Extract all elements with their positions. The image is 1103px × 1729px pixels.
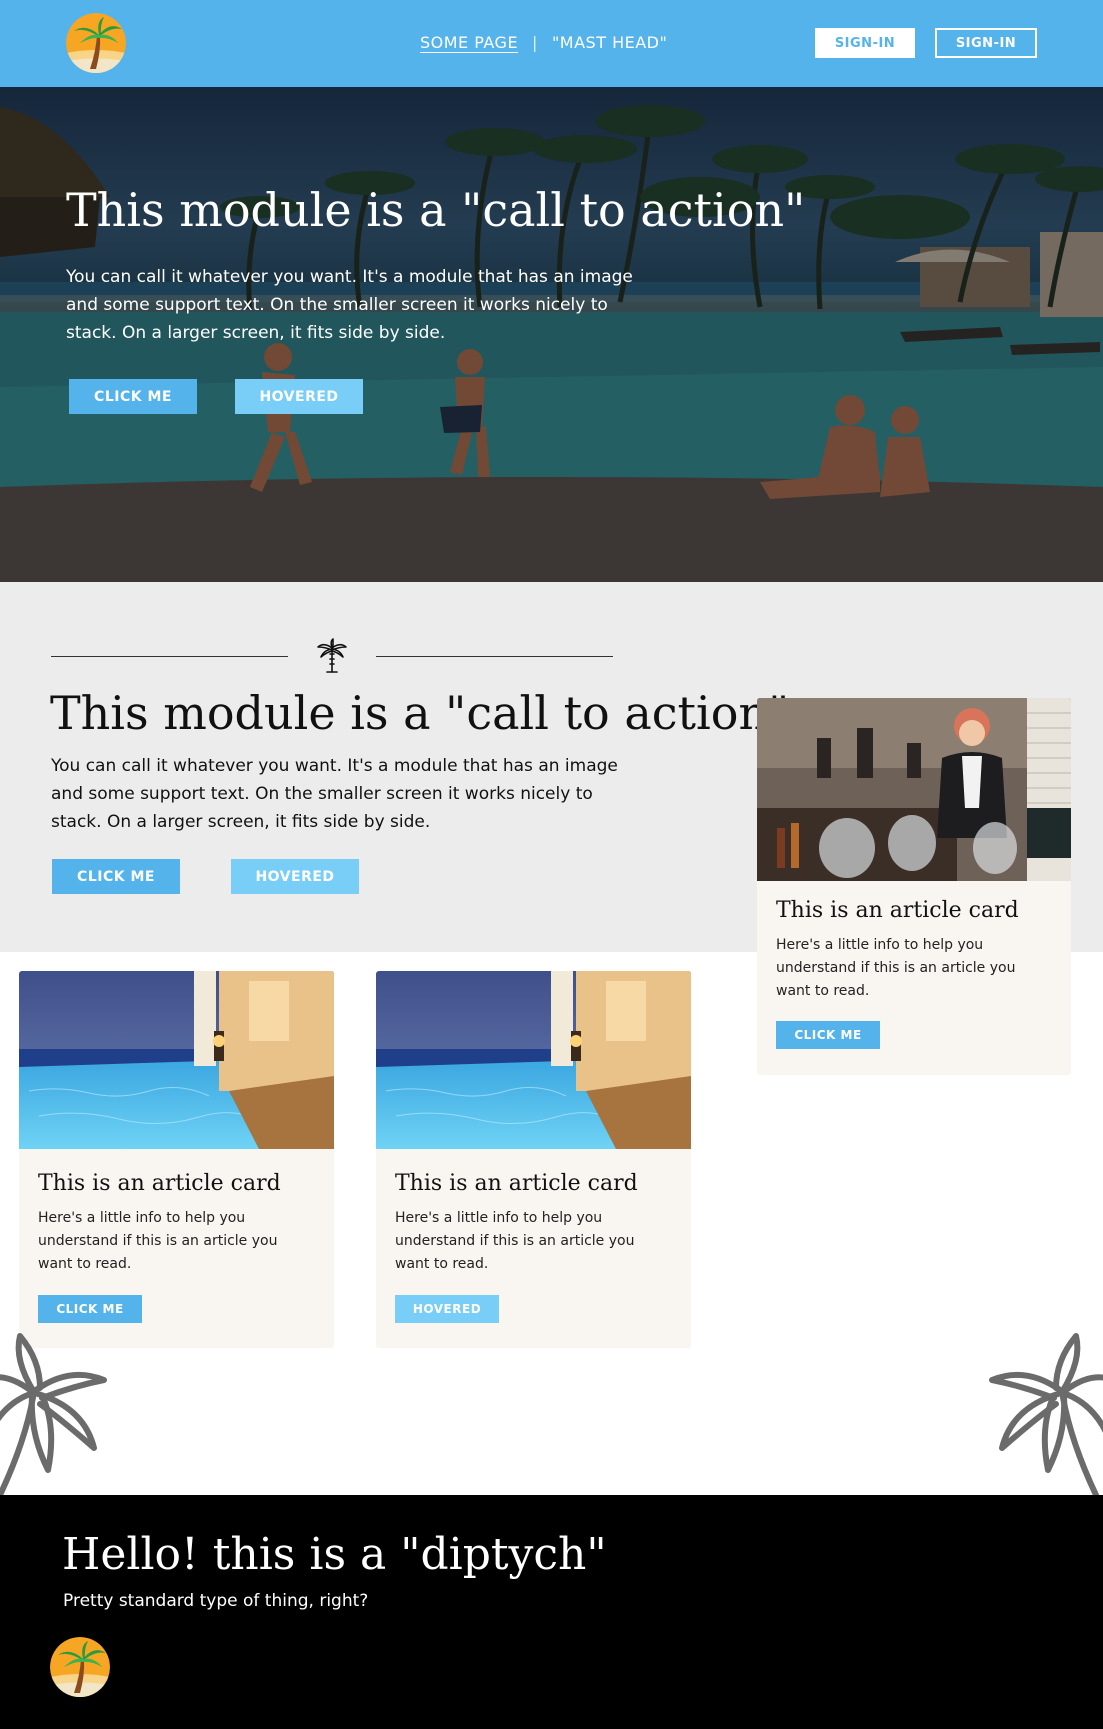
cta-hovered-button[interactable]: HOVERED <box>231 859 359 894</box>
palm-tree-decoration-icon <box>982 1330 1103 1498</box>
article-card-text: Here's a little info to help you underst… <box>395 1210 635 1272</box>
cta-click-me-button[interactable]: CLICK ME <box>52 859 180 894</box>
sign-in-button-primary[interactable]: SIGN-IN <box>815 28 915 58</box>
divider-line-left <box>51 656 288 657</box>
cta-support-text: You can call it whatever you want. It's … <box>51 756 618 832</box>
nav-link-some-page[interactable]: SOME PAGE <box>420 33 518 52</box>
article-card-image-pool <box>19 971 334 1149</box>
masthead: SOME PAGE | "MAST HEAD" SIGN-IN SIGN-IN <box>0 0 1103 87</box>
article-card-title: This is an article card <box>38 1171 281 1196</box>
palm-tree-decoration-icon <box>0 1330 120 1498</box>
palm-tree-logo-icon[interactable] <box>50 1637 110 1697</box>
article-card-title: This is an article card <box>395 1171 638 1196</box>
hero-support-text: You can call it whatever you want. It's … <box>66 267 633 343</box>
footer-subtitle: Pretty standard type of thing, right? <box>63 1591 369 1611</box>
article-card[interactable]: This is an article card Here's a little … <box>376 971 691 1348</box>
nav-separator: | <box>532 33 538 52</box>
article-card-image-pool <box>376 971 691 1149</box>
footer-diptych: Hello! this is a "diptych" Pretty standa… <box>0 1495 1103 1729</box>
divider-line-right <box>376 656 613 657</box>
article-card-text: Here's a little info to help you underst… <box>38 1210 278 1272</box>
hero-title: This module is a "call to action" <box>66 183 806 237</box>
article-card-image-bartender <box>757 698 1071 881</box>
cta-title: This module is a "call to action" <box>50 686 790 740</box>
palm-tree-logo-icon[interactable] <box>66 13 126 73</box>
hero-hovered-button[interactable]: HOVERED <box>235 379 363 414</box>
article-card-click-me-button[interactable]: CLICK ME <box>776 1021 880 1049</box>
article-card-title: This is an article card <box>776 898 1019 923</box>
nav-masthead-text: "MAST HEAD" <box>551 33 668 52</box>
hero-call-to-action: This module is a "call to action" You ca… <box>0 87 1103 582</box>
footer-title: Hello! this is a "diptych" <box>62 1529 607 1580</box>
article-card[interactable]: This is an article card Here's a little … <box>19 971 334 1348</box>
sign-in-button-outline[interactable]: SIGN-IN <box>935 28 1037 58</box>
article-card-click-me-button[interactable]: CLICK ME <box>38 1295 142 1323</box>
palm-tree-icon <box>316 638 348 674</box>
hero-click-me-button[interactable]: CLICK ME <box>69 379 197 414</box>
article-card-text: Here's a little info to help you underst… <box>776 937 1016 999</box>
article-card-hovered-button[interactable]: HOVERED <box>395 1295 499 1323</box>
article-card[interactable]: This is an article card Here's a little … <box>757 698 1071 1075</box>
main-nav: SOME PAGE | "MAST HEAD" <box>420 33 667 52</box>
